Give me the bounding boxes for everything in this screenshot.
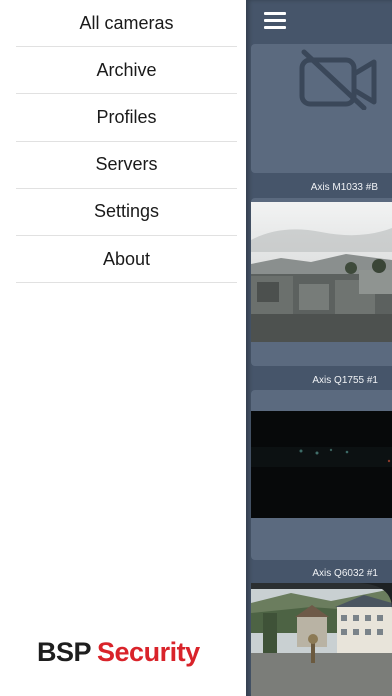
camera-snapshot[interactable]: [251, 411, 392, 518]
navigation-drawer: All cameras Archive Profiles Servers Set…: [0, 0, 246, 696]
menu-item-servers[interactable]: Servers: [16, 142, 237, 189]
camera-name-label: Axis M1033 #B: [310, 182, 378, 193]
brand-logo-text-security: Security: [97, 637, 200, 667]
camera-name-label: Axis Q6032 #1: [312, 568, 378, 579]
menu-item-about[interactable]: About: [16, 236, 237, 284]
camera-snapshot[interactable]: [251, 202, 392, 342]
menu-item-all-cameras[interactable]: All cameras: [16, 0, 237, 48]
brand-logo: BSP Security: [37, 637, 200, 668]
drawer-menu: All cameras Archive Profiles Servers Set…: [16, 0, 237, 284]
menu-item-archive[interactable]: Archive: [16, 47, 237, 95]
camera-snapshot[interactable]: [251, 583, 392, 696]
menu-item-settings[interactable]: Settings: [16, 189, 237, 236]
hamburger-menu-icon[interactable]: [264, 12, 286, 30]
menu-item-profiles[interactable]: Profiles: [16, 94, 237, 142]
camera-off-icon: [299, 49, 377, 110]
brand-logo-text-bsp: BSP: [37, 637, 92, 667]
camera-name-label: Axis Q1755 #1: [312, 375, 378, 386]
